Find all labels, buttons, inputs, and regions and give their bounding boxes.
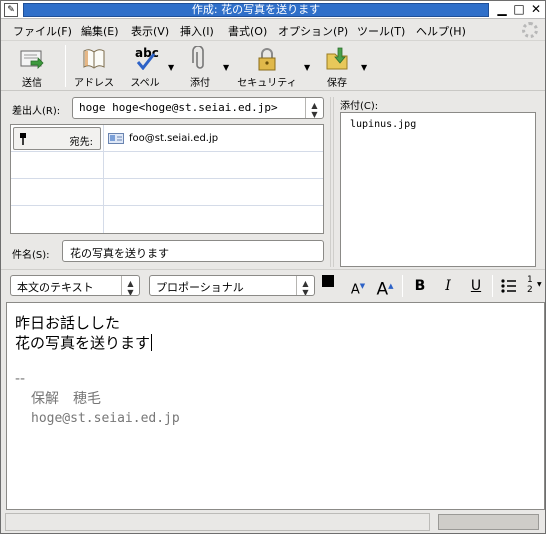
security-label: セキュリティ bbox=[237, 78, 297, 89]
title-bar[interactable]: ✎ 作成: 花の写真を送ります ▁ □ ✕ bbox=[1, 1, 545, 19]
close-icon[interactable]: ✕ bbox=[529, 2, 543, 17]
smaller-font-button[interactable]: A▼ bbox=[347, 276, 369, 297]
combo-arrows-icon: ▲ ▼ bbox=[296, 276, 314, 295]
window-title: 作成: 花の写真を送ります bbox=[23, 3, 489, 17]
menu-bar: ファイル(F) 編集(E) 表示(V) 挿入(I) 書式(O) オプション(P)… bbox=[1, 19, 545, 41]
progress-bar bbox=[438, 514, 539, 530]
signature-separator: -- bbox=[15, 371, 26, 387]
lock-icon bbox=[258, 48, 276, 71]
from-label: 差出人(R): bbox=[12, 106, 61, 117]
maximize-icon[interactable]: □ bbox=[512, 2, 526, 17]
spell-dropdown-arrow-icon[interactable]: ▼ bbox=[168, 63, 174, 72]
bold-button[interactable]: B bbox=[409, 276, 431, 296]
attachments-label: 添付(C): bbox=[340, 101, 379, 112]
security-button[interactable]: セキュリティ bbox=[236, 44, 298, 89]
attach-dropdown-arrow-icon[interactable]: ▼ bbox=[223, 63, 229, 72]
recipient-row-empty[interactable] bbox=[11, 179, 323, 206]
menu-options[interactable]: オプション(P) bbox=[278, 23, 348, 39]
save-button[interactable]: 保存 bbox=[319, 44, 355, 89]
menu-format[interactable]: 書式(O) bbox=[228, 23, 267, 39]
send-label: 送信 bbox=[22, 78, 42, 89]
pin-icon bbox=[20, 133, 26, 145]
text-color-button[interactable] bbox=[322, 275, 342, 295]
underline-button[interactable]: U bbox=[465, 276, 487, 296]
from-select[interactable]: hoge hoge<hoge@st.seiai.ed.jp> ▲ ▼ bbox=[72, 97, 324, 119]
format-toolbar: 本文のテキスト ▲ ▼ プロポーショナル ▲ ▼ A▼ A▲ B I U 12 ▼ bbox=[1, 269, 545, 301]
paperclip-icon bbox=[192, 46, 204, 69]
checkmark-icon bbox=[136, 53, 156, 70]
font-value: プロポーショナル bbox=[156, 281, 244, 294]
status-text-field bbox=[5, 513, 430, 531]
menu-tools[interactable]: ツール(T) bbox=[357, 23, 405, 39]
subject-field[interactable]: 花の写真を送ります bbox=[62, 240, 324, 262]
spellcheck-button[interactable]: abc スペル bbox=[125, 44, 165, 89]
menu-insert[interactable]: 挿入(I) bbox=[180, 23, 214, 39]
toolbar: 送信 アドレス abc スペル ▼ 添付 ▼ セキュリティ ▼ 保存 ▼ bbox=[1, 41, 545, 91]
numbered-list-icon[interactable]: 12 bbox=[527, 275, 533, 295]
attachment-list[interactable]: lupinus.jpg bbox=[340, 112, 536, 267]
compose-window: ✎ 作成: 花の写真を送ります ▁ □ ✕ ファイル(F) 編集(E) 表示(V… bbox=[0, 0, 546, 534]
activity-throbber-icon bbox=[522, 22, 538, 38]
recipient-list: 宛先: foo@st.seiai.ed.jp bbox=[10, 124, 324, 234]
font-select[interactable]: プロポーショナル ▲ ▼ bbox=[149, 275, 315, 296]
address-label: アドレス bbox=[74, 78, 114, 89]
combo-arrows-icon: ▲ ▼ bbox=[121, 276, 139, 295]
recipient-row-empty[interactable] bbox=[11, 152, 323, 179]
attach-label: 添付 bbox=[190, 78, 210, 89]
address-book-icon bbox=[83, 49, 105, 69]
save-label: 保存 bbox=[327, 78, 347, 89]
body-line-with-caret: 花の写真を送ります bbox=[15, 333, 536, 353]
spell-label: スペル bbox=[130, 78, 160, 89]
send-button[interactable]: 送信 bbox=[9, 44, 55, 89]
from-value: hoge hoge<hoge@st.seiai.ed.jp> bbox=[79, 101, 278, 114]
format-separator bbox=[492, 275, 493, 297]
subject-label: 件名(S): bbox=[12, 250, 50, 261]
signature-email: hoge@st.seiai.ed.jp bbox=[31, 411, 180, 426]
address-book-button[interactable]: アドレス bbox=[71, 44, 117, 89]
security-dropdown-arrow-icon[interactable]: ▼ bbox=[304, 63, 310, 72]
body-line: 昨日お話しした bbox=[15, 314, 121, 332]
send-icon bbox=[20, 50, 44, 69]
menu-view[interactable]: 表示(V) bbox=[131, 23, 169, 39]
recipient-column-divider bbox=[103, 125, 104, 233]
toolbar-separator bbox=[65, 45, 66, 87]
menu-help[interactable]: ヘルプ(H) bbox=[416, 23, 466, 39]
pane-splitter[interactable] bbox=[330, 97, 334, 267]
address-card-icon bbox=[108, 133, 124, 144]
numbered-list-dropdown-icon[interactable]: ▼ bbox=[537, 281, 542, 288]
attach-button[interactable]: 添付 bbox=[183, 44, 217, 89]
save-dropdown-arrow-icon[interactable]: ▼ bbox=[361, 63, 367, 72]
signature-name: 保解 穂毛 bbox=[31, 391, 101, 407]
format-separator bbox=[402, 275, 403, 297]
attachment-item[interactable]: lupinus.jpg bbox=[350, 119, 416, 130]
text-caret bbox=[151, 334, 153, 351]
bulleted-list-icon[interactable] bbox=[501, 278, 517, 294]
foreground-color-swatch bbox=[322, 275, 334, 287]
menu-file[interactable]: ファイル(F) bbox=[13, 23, 72, 39]
body-line: 花の写真を送ります bbox=[15, 334, 151, 352]
spellcheck-icon: abc bbox=[132, 46, 159, 70]
save-icon bbox=[326, 47, 348, 70]
recipient-type-label: 宛先: bbox=[69, 137, 93, 148]
message-body-editor[interactable]: 昨日お話しした 花の写真を送ります -- 保解 穂毛 hoge@st.seiai… bbox=[6, 302, 545, 510]
compose-icon[interactable]: ✎ bbox=[4, 3, 18, 17]
recipient-row-empty[interactable] bbox=[11, 206, 323, 233]
paragraph-style-select[interactable]: 本文のテキスト ▲ ▼ bbox=[10, 275, 140, 296]
paragraph-style-value: 本文のテキスト bbox=[17, 281, 94, 294]
larger-font-button[interactable]: A▲ bbox=[374, 276, 396, 300]
italic-button[interactable]: I bbox=[437, 276, 459, 296]
recipient-row: 宛先: foo@st.seiai.ed.jp bbox=[11, 125, 323, 152]
menu-edit[interactable]: 編集(E) bbox=[81, 23, 119, 39]
status-bar bbox=[1, 510, 545, 534]
recipient-type-select[interactable]: 宛先: bbox=[13, 127, 101, 150]
minimize-icon[interactable]: ▁ bbox=[495, 2, 509, 17]
recipient-address[interactable]: foo@st.seiai.ed.jp bbox=[129, 133, 218, 144]
combo-arrows-icon: ▲ ▼ bbox=[305, 98, 323, 118]
